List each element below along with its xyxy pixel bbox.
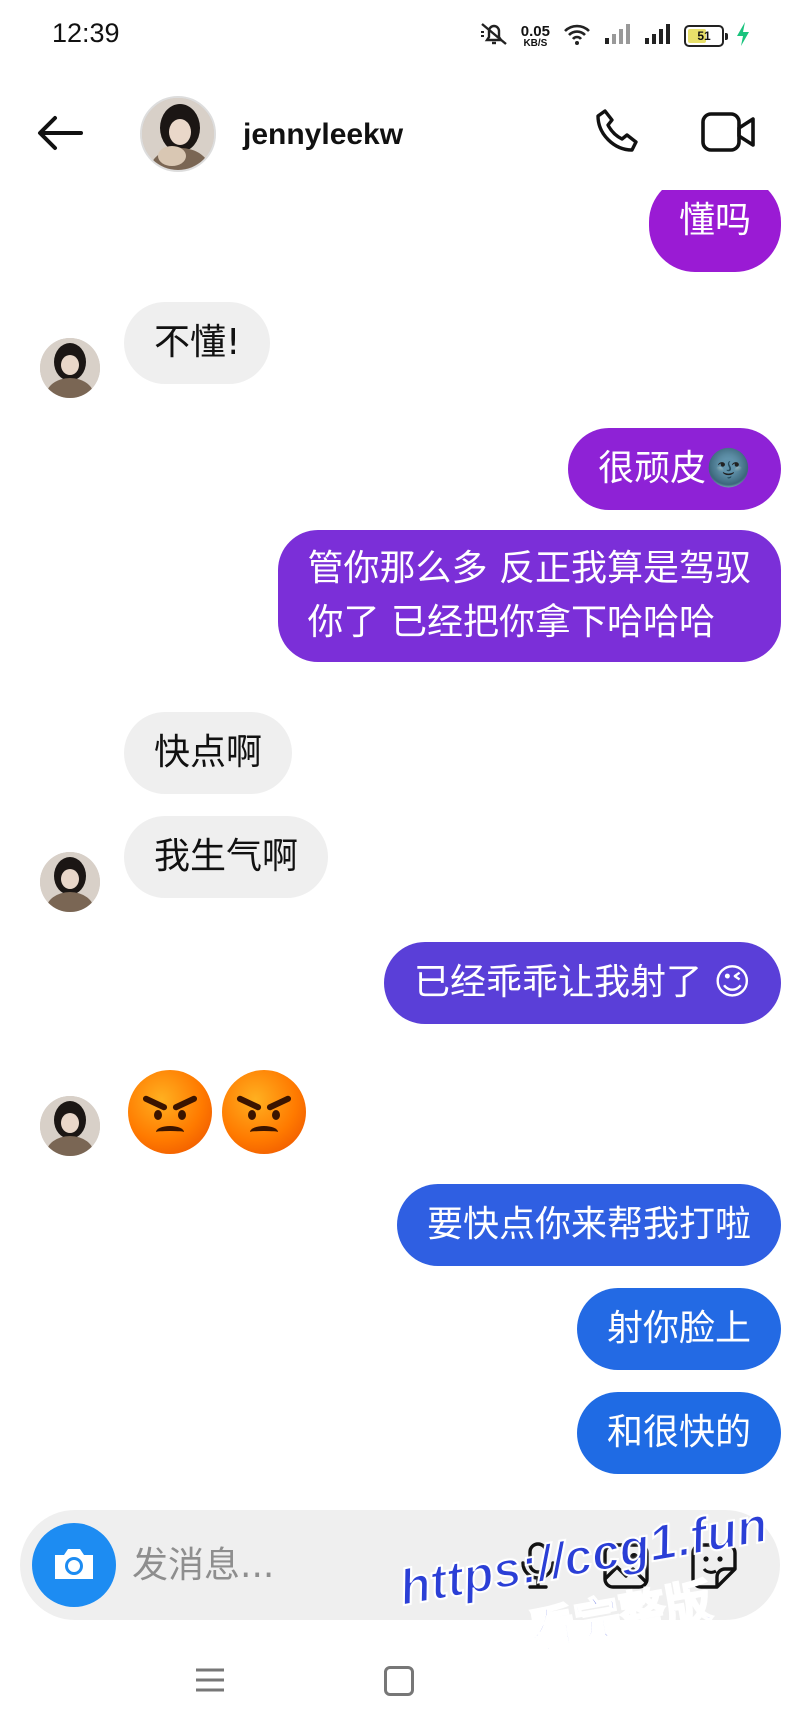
chat-header: jennyleekw [0,86,800,186]
message-text: 我生气啊 [154,836,299,877]
sent-message[interactable]: 管你那么多 反正我算是驾驭 你了 已经把你拿下哈哈哈 [277,530,781,662]
emoji-message[interactable] [128,1070,318,1160]
charging-icon [736,21,750,51]
message-text-line: 管你那么多 反正我算是驾驭 [307,548,751,589]
contact-avatar-small[interactable] [40,1096,100,1156]
message-text: 射你脸上 [606,1308,751,1349]
message-text: 懂吗 [678,200,751,241]
message-thread[interactable]: 懂吗 不懂! 很顽皮🌚 管你那么多 反正我算是驾驭 你了 已经把你拿下哈哈哈 快… [0,190,800,1500]
received-message[interactable]: 不懂! [124,302,271,384]
contact-avatar[interactable] [140,96,216,172]
sent-message[interactable]: 很顽皮🌚 [568,428,781,510]
message-text: 已经乖乖让我射了 😉 [414,962,751,1003]
sticker-icon [689,1541,739,1595]
signal-icon [644,23,672,49]
gallery-button[interactable] [598,1540,654,1596]
mute-icon [479,21,509,51]
message-text-line: 你了 已经把你拿下哈哈哈 [307,602,715,643]
signal-icon [604,23,632,49]
angry-face-icon [222,1070,306,1154]
net-speed: 0.05 KB/S [521,24,550,49]
image-icon [601,1541,651,1595]
voice-call-button[interactable] [588,106,644,162]
sent-message[interactable]: 要快点你来帮我打啦 [396,1184,781,1266]
net-speed-unit: KB/S [523,37,548,49]
received-message[interactable]: 快点啊 [124,712,293,794]
system-nav-bar [0,1630,800,1733]
contact-avatar-small[interactable] [40,852,100,912]
sent-message[interactable]: 已经乖乖让我射了 😉 [384,942,781,1024]
camera-button[interactable] [32,1523,116,1607]
message-text: 不懂! [154,322,241,363]
menu-icon[interactable] [190,1660,230,1700]
video-camera-icon [700,110,756,158]
status-icons: 0.05 KB/S 51 [479,20,750,52]
camera-icon [51,1543,97,1587]
back-button[interactable] [32,110,88,160]
message-text: 快点啊 [154,732,263,773]
video-call-button[interactable] [696,106,760,162]
voice-message-button[interactable] [510,1540,566,1596]
contact-name[interactable]: jennyleekw [243,118,403,152]
status-bar: 12:39 0.05 KB/S 51 [0,0,800,70]
microphone-icon [518,1541,558,1595]
battery-icon: 51 [684,25,728,47]
net-speed-value: 0.05 [520,22,550,40]
message-text: 要快点你来帮我打啦 [426,1204,751,1245]
sent-message[interactable]: 懂吗 [648,190,781,272]
message-text: 很顽皮🌚 [598,448,751,489]
received-message[interactable]: 我生气啊 [124,816,329,898]
phone-icon [591,107,641,161]
wifi-icon [562,22,592,50]
back-arrow-icon [35,113,85,157]
sent-message[interactable]: 射你脸上 [576,1288,781,1370]
message-composer [20,1510,780,1620]
message-text: 和很快的 [606,1412,751,1453]
battery-level: 51 [697,29,711,43]
home-icon[interactable] [384,1666,414,1696]
angry-face-icon [128,1070,212,1154]
contact-avatar-small[interactable] [40,338,100,398]
message-input[interactable] [132,1535,492,1595]
sent-message[interactable]: 和很快的 [576,1392,781,1474]
status-time: 12:39 [52,18,120,48]
sticker-button[interactable] [686,1540,742,1596]
